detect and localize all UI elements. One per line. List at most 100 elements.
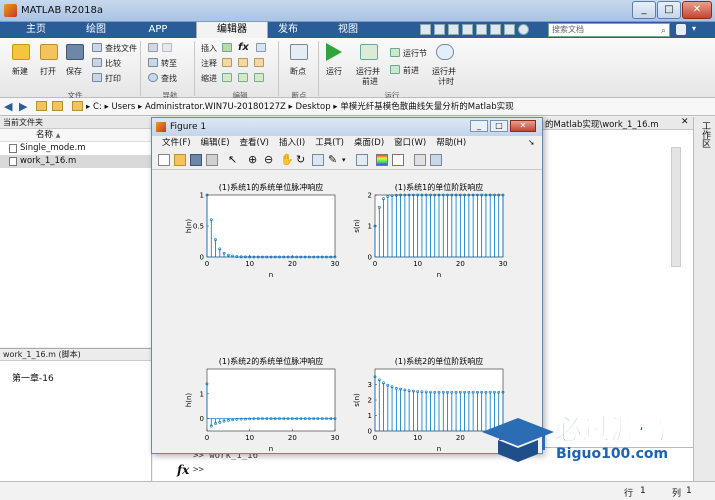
fx-button[interactable]: fx <box>238 42 249 53</box>
figure-close-button[interactable]: ✕ <box>510 120 536 132</box>
find-button[interactable]: 查找 <box>161 73 177 84</box>
close-panel-icon[interactable]: ✕ <box>681 117 689 127</box>
run-button[interactable]: 运行 <box>326 66 342 77</box>
run-and-time-button-line2[interactable]: 计时 <box>438 76 454 87</box>
copy-quick-icon[interactable] <box>448 24 459 35</box>
figure-dock-icon[interactable]: ➘ <box>528 138 535 147</box>
toolstrip-expand-icon[interactable]: ▾ <box>692 24 702 35</box>
minimize-button[interactable]: _ <box>632 1 656 19</box>
insert-section-icon[interactable] <box>222 43 232 52</box>
run-and-time-icon[interactable] <box>436 44 454 60</box>
breakpoints-icon[interactable] <box>290 44 308 60</box>
run-and-advance-button-line2[interactable]: 前进 <box>362 76 378 87</box>
advance-button[interactable]: 前进 <box>403 65 419 76</box>
run-icon[interactable] <box>326 43 342 61</box>
increase-indent-icon[interactable] <box>238 73 248 82</box>
up-folder-icon[interactable] <box>36 101 47 111</box>
print-button[interactable]: 打印 <box>105 73 121 84</box>
uncomment-icon[interactable] <box>238 58 248 67</box>
forward-arrow-icon[interactable]: ▶ <box>19 100 27 113</box>
run-section-button[interactable]: 运行节 <box>403 48 427 59</box>
notification-icon[interactable] <box>676 24 686 35</box>
new-icon[interactable] <box>12 44 30 60</box>
figure-maximize-button[interactable]: □ <box>490 120 508 132</box>
decrease-indent-icon[interactable] <box>254 73 264 82</box>
save-button[interactable]: 保存 <box>66 66 82 77</box>
pan-icon[interactable]: ✋ <box>280 154 294 166</box>
open-button[interactable]: 打开 <box>40 66 56 77</box>
find-files-button[interactable]: 查找文件 <box>105 43 137 54</box>
path-field[interactable]: ▸ C: ▸ Users ▸ Administrator.WIN7U-20180… <box>86 100 706 114</box>
data-cursor-icon[interactable] <box>312 154 324 166</box>
menu-edit[interactable]: 编辑(E) <box>201 136 230 150</box>
file-list-item[interactable]: Single_mode.m <box>0 142 151 155</box>
goto-icon[interactable] <box>148 58 158 67</box>
find-icon[interactable] <box>148 73 158 82</box>
breakpoints-button[interactable]: 断点 <box>290 66 306 77</box>
menu-file[interactable]: 文件(F) <box>162 136 191 150</box>
open-file-icon[interactable] <box>174 154 186 166</box>
menu-view[interactable]: 查看(V) <box>240 136 269 150</box>
search-documentation-input[interactable]: 搜索文档 ⌕ <box>548 23 670 37</box>
redo-quick-icon[interactable] <box>490 24 501 35</box>
menu-tools[interactable]: 工具(T) <box>315 136 344 150</box>
find-files-icon[interactable] <box>92 43 102 52</box>
brush-icon[interactable]: ✎ <box>328 154 340 166</box>
path-segment-user[interactable]: Administrator.WIN7U-20180127Z <box>145 102 286 112</box>
zoom-out-icon[interactable]: ⊖ <box>264 154 276 166</box>
tab-view[interactable]: 视图 <box>322 22 374 38</box>
rotate-3d-icon[interactable]: ↻ <box>296 154 308 166</box>
editor-file-tab[interactable]: 的Matlab实现\work_1_16.m <box>545 118 658 130</box>
menu-help[interactable]: 帮助(H) <box>436 136 466 150</box>
help-quick-icon[interactable] <box>518 24 529 35</box>
save-figure-icon[interactable] <box>190 154 202 166</box>
menu-window[interactable]: 窗口(W) <box>394 136 426 150</box>
menu-desktop[interactable]: 桌面(D) <box>354 136 384 150</box>
close-button[interactable]: ✕ <box>682 1 712 19</box>
paste-quick-icon[interactable] <box>462 24 473 35</box>
file-list-item[interactable]: work_1_16.m <box>0 155 151 168</box>
insert-dropdown-icon[interactable] <box>256 43 266 52</box>
path-segment-project[interactable]: 单模光纤基模色散曲线矢量分析的Matlab实现 <box>340 102 513 112</box>
tab-publish[interactable]: 发布 <box>262 22 314 38</box>
smart-indent-icon[interactable] <box>222 73 232 82</box>
link-plot-icon[interactable] <box>356 154 368 166</box>
name-column-header[interactable]: 名称 ▲ <box>0 129 151 142</box>
editor-scrollbar[interactable] <box>671 147 681 267</box>
tab-apps[interactable]: APP <box>132 22 184 38</box>
compare-icon[interactable] <box>92 58 102 67</box>
figure-minimize-button[interactable]: _ <box>470 120 488 132</box>
comment-button[interactable]: 注释 <box>201 58 217 69</box>
tab-plots[interactable]: 绘图 <box>70 22 122 38</box>
back-icon[interactable] <box>148 43 158 52</box>
forward-icon[interactable] <box>162 43 172 52</box>
browse-folder-icon[interactable] <box>52 101 63 111</box>
edit-plot-icon[interactable]: ↖ <box>228 154 240 166</box>
new-button[interactable]: 新建 <box>12 66 28 77</box>
insert-legend-icon[interactable] <box>392 154 404 166</box>
figure-title-bar[interactable]: Figure 1 _ □ ✕ <box>152 118 542 136</box>
maximize-button[interactable]: □ <box>657 1 681 19</box>
hide-plot-tools-icon[interactable] <box>414 154 426 166</box>
wrap-comments-icon[interactable] <box>254 58 264 67</box>
tab-editor[interactable]: 编辑器 <box>196 22 268 38</box>
path-segment-drive[interactable]: C: <box>93 102 102 112</box>
window-quick-icon[interactable] <box>504 24 515 35</box>
run-section-icon[interactable] <box>390 48 400 57</box>
zoom-in-icon[interactable]: ⊕ <box>248 154 260 166</box>
insert-colorbar-icon[interactable] <box>376 154 388 166</box>
print-icon[interactable] <box>92 73 102 82</box>
run-and-advance-icon[interactable] <box>360 44 378 60</box>
print-figure-icon[interactable] <box>206 154 218 166</box>
tab-home[interactable]: 主页 <box>10 22 62 38</box>
save-quick-icon[interactable] <box>420 24 431 35</box>
brush-dropdown-icon[interactable]: ▾ <box>342 154 354 166</box>
compare-button[interactable]: 比较 <box>105 58 121 69</box>
back-arrow-icon[interactable]: ◀ <box>4 100 12 113</box>
open-icon[interactable] <box>40 44 58 60</box>
show-plot-tools-icon[interactable] <box>430 154 442 166</box>
search-icon[interactable]: ⌕ <box>661 25 666 37</box>
goto-button[interactable]: 转至 <box>161 58 177 69</box>
path-segment-users[interactable]: Users <box>111 102 135 112</box>
undo-quick-icon[interactable] <box>476 24 487 35</box>
